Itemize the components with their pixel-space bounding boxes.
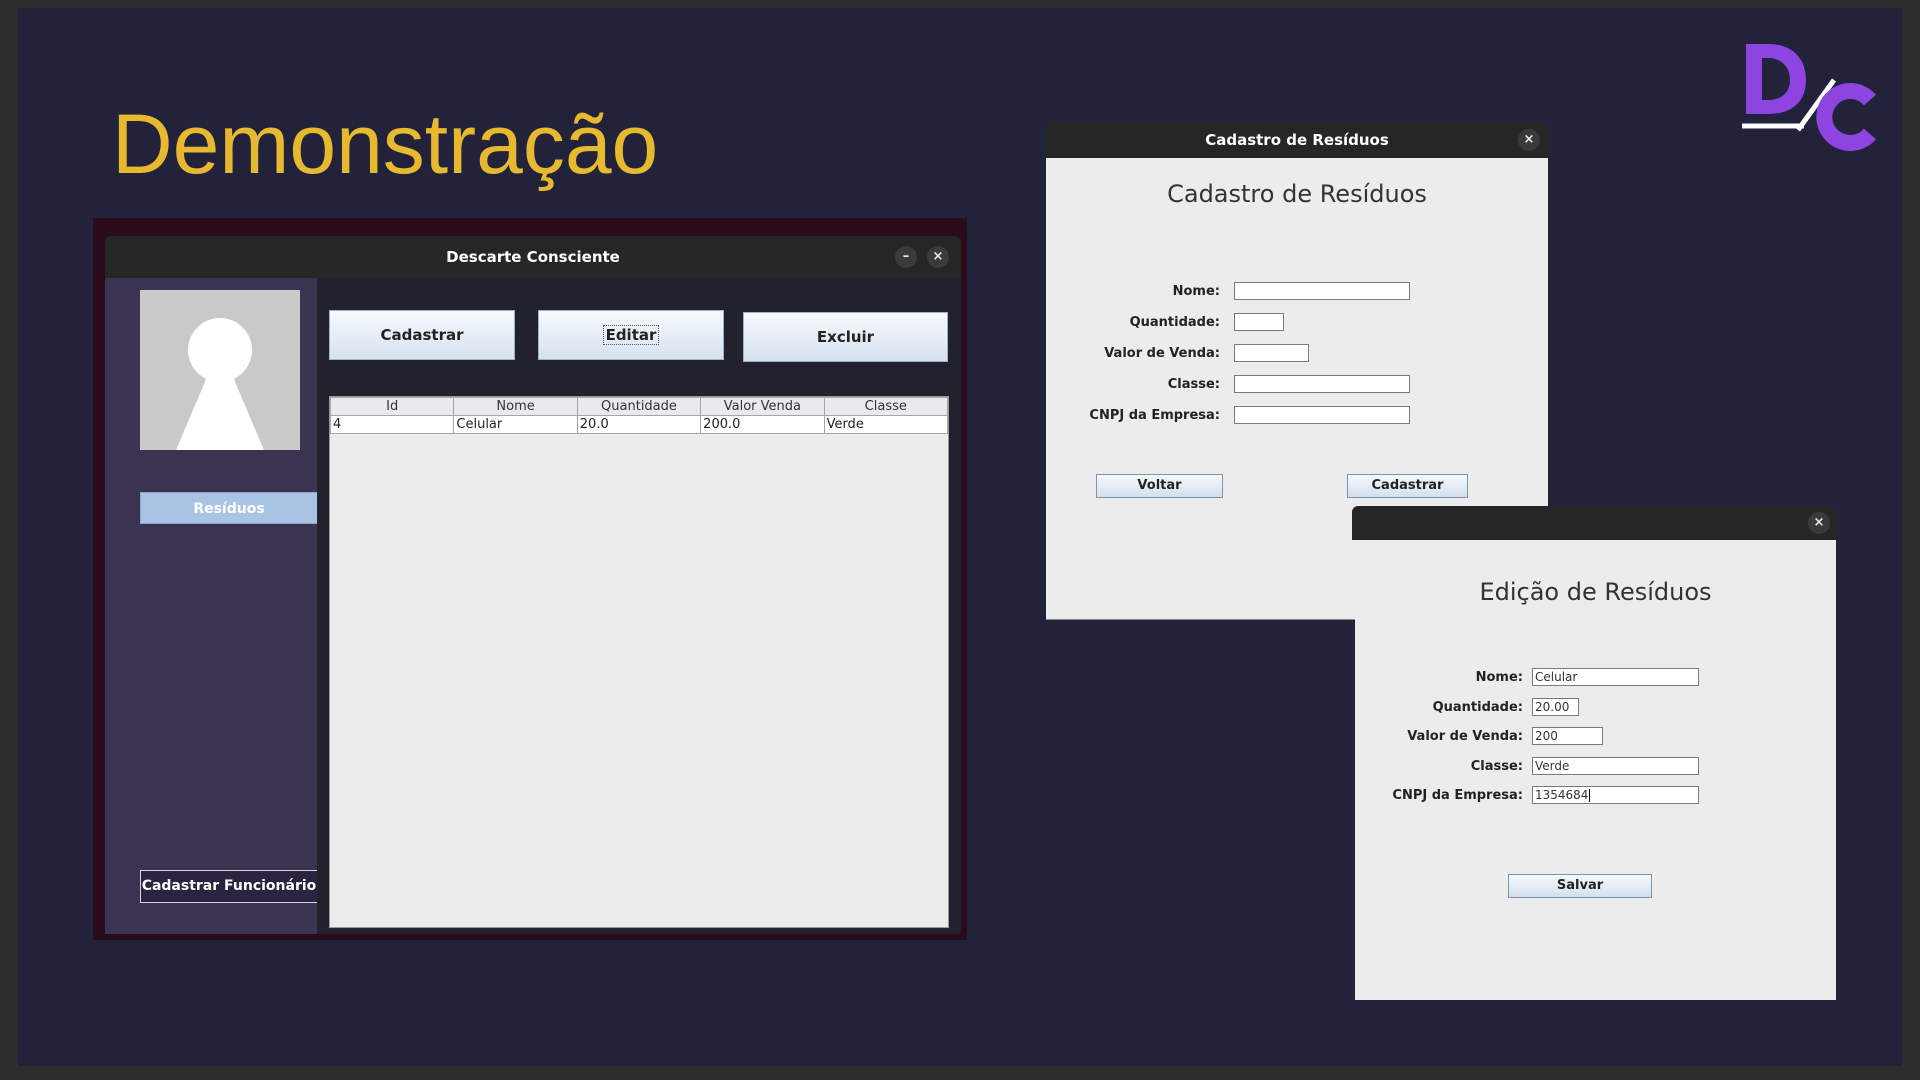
cnpj-field[interactable]: 1354684 xyxy=(1532,786,1699,804)
table-row[interactable]: 4 Celular 20.0 200.0 Verde xyxy=(330,415,948,434)
nome-field[interactable] xyxy=(1234,282,1410,300)
cnpj-label: CNPJ da Empresa: xyxy=(1392,788,1523,803)
editar-button[interactable]: Editar xyxy=(538,310,724,360)
salvar-button[interactable]: Salvar xyxy=(1508,874,1652,898)
minimize-icon[interactable]: – xyxy=(895,246,917,268)
valor-venda-field[interactable]: 200 xyxy=(1532,727,1603,745)
cadastro-window-titlebar[interactable]: Cadastro de Resíduos × xyxy=(1046,122,1548,158)
table-cell: Celular xyxy=(453,415,578,434)
classe-field[interactable]: Verde xyxy=(1532,757,1699,775)
cnpj-field-value: 1354684 xyxy=(1535,788,1589,802)
excluir-button-label: Excluir xyxy=(816,328,875,346)
valor-venda-label: Valor de Venda: xyxy=(1407,729,1523,744)
classe-field[interactable] xyxy=(1234,375,1410,393)
cadastrar-funcionario-button[interactable]: Cadastrar Funcionário xyxy=(140,870,318,903)
classe-label: Classe: xyxy=(1167,377,1220,392)
sidebar: Resíduos Cadastrar Funcionário xyxy=(105,278,318,934)
valor-venda-label: Valor de Venda: xyxy=(1104,346,1220,361)
residuos-table[interactable]: Id Nome Quantidade Valor Venda Classe 4 … xyxy=(329,396,949,928)
residuos-button[interactable]: Resíduos xyxy=(140,492,318,524)
table-cell: 20.0 xyxy=(576,415,702,434)
edicao-window-body: Edição de Resíduos Nome: Celular Quantid… xyxy=(1355,540,1836,1000)
table-cell: Verde xyxy=(823,415,948,434)
cnpj-label: CNPJ da Empresa: xyxy=(1089,408,1220,423)
column-header[interactable]: Quantidade xyxy=(576,397,702,416)
cadastrar-button[interactable]: Cadastrar xyxy=(329,310,515,360)
excluir-button[interactable]: Excluir xyxy=(743,312,948,362)
voltar-button[interactable]: Voltar xyxy=(1096,474,1223,498)
cadastro-window-title: Cadastro de Resíduos xyxy=(1205,131,1389,149)
cadastrar-submit-button[interactable]: Cadastrar xyxy=(1347,474,1468,498)
column-header[interactable]: Valor Venda xyxy=(700,397,825,416)
classe-label: Classe: xyxy=(1470,759,1523,774)
form-heading: Edição de Resíduos xyxy=(1479,578,1712,606)
close-icon[interactable]: × xyxy=(927,246,949,268)
table-header-row: Id Nome Quantidade Valor Venda Classe xyxy=(330,397,948,416)
form-heading: Cadastro de Resíduos xyxy=(1167,180,1427,208)
valor-venda-field[interactable] xyxy=(1234,344,1309,362)
main-content: Cadastrar Editar Excluir Id Nome Quantid… xyxy=(317,278,961,934)
edicao-window: × Edição de Resíduos Nome: Celular Quant… xyxy=(1352,506,1836,1000)
table-cell: 4 xyxy=(330,415,455,434)
nome-label: Nome: xyxy=(1475,670,1523,685)
column-header[interactable]: Nome xyxy=(453,397,578,416)
dc-logo-icon xyxy=(1742,44,1877,151)
column-header[interactable]: Id xyxy=(330,397,455,416)
user-silhouette-icon xyxy=(140,290,300,450)
cadastrar-button-label: Cadastrar xyxy=(380,326,464,344)
edicao-window-titlebar[interactable]: × xyxy=(1352,506,1836,540)
cnpj-field[interactable] xyxy=(1234,406,1410,424)
main-window-title: Descarte Consciente xyxy=(446,248,620,266)
nome-label: Nome: xyxy=(1172,284,1220,299)
close-icon[interactable]: × xyxy=(1808,512,1830,534)
close-icon[interactable]: × xyxy=(1518,129,1540,151)
main-window-titlebar[interactable]: Descarte Consciente – × xyxy=(105,236,961,278)
table-cell: 200.0 xyxy=(700,415,825,434)
quantidade-field[interactable] xyxy=(1234,313,1284,331)
text-caret xyxy=(1589,789,1591,802)
column-header[interactable]: Classe xyxy=(823,397,948,416)
quantidade-label: Quantidade: xyxy=(1432,700,1523,715)
quantidade-field[interactable]: 20.00 xyxy=(1532,698,1579,716)
quantidade-label: Quantidade: xyxy=(1129,315,1220,330)
editar-button-label: Editar xyxy=(602,325,660,345)
slide-title: Demonstração xyxy=(112,97,659,191)
nome-field[interactable]: Celular xyxy=(1532,668,1699,686)
main-window: Descarte Consciente – × Resíduos Cadastr… xyxy=(105,236,961,934)
